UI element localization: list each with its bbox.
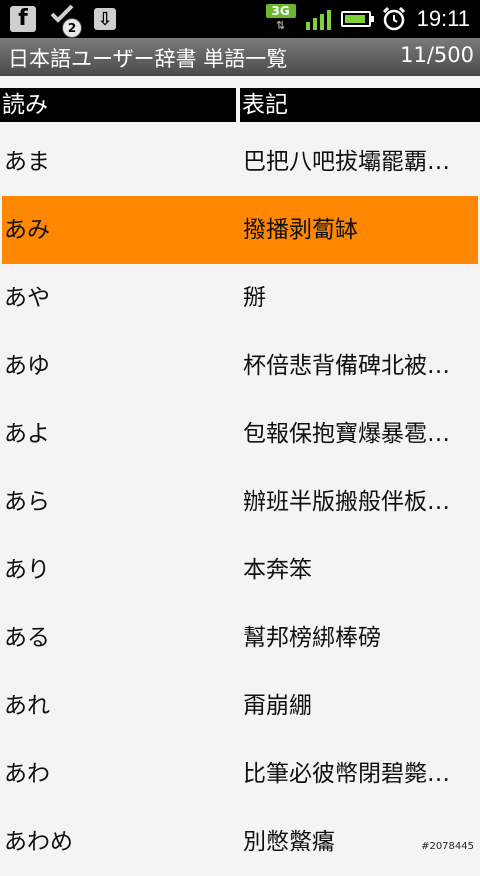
list-item-reading: ある: [4, 625, 50, 651]
list-item-reading: あや: [4, 285, 50, 311]
column-header-notation[interactable]: 表記: [240, 88, 480, 122]
list-item-notation: 比筆必彼幣閉碧斃…: [243, 761, 450, 787]
list-item-notation: 甭崩綳: [243, 693, 312, 719]
list-item-notation: 杯倍悲背備碑北被…: [243, 353, 450, 379]
list-item[interactable]: あや 掰: [0, 264, 480, 332]
list-item-notation: 巴把八吧拔壩罷覇…: [243, 149, 450, 175]
list-item-reading: あゆ: [4, 353, 50, 379]
list-item-reading: あわめ: [4, 829, 73, 855]
notification-badge: 2: [62, 18, 82, 38]
column-header: 読み 表記: [0, 88, 480, 122]
status-time: 19:11: [416, 6, 470, 31]
check-notification-icon: 2: [50, 4, 82, 38]
column-header-reading[interactable]: 読み: [0, 88, 236, 122]
list-item-notation: 撥播剥蔔缽: [243, 217, 358, 243]
list-item[interactable]: あら 辦班半版搬般伴板…: [0, 468, 480, 536]
list-item[interactable]: あわめ 別憋鱉癟: [0, 808, 480, 876]
list-item[interactable]: あゆ 杯倍悲背備碑北被…: [0, 332, 480, 400]
title-bar: 日本語ユーザー辞書 単語一覧 11/500: [0, 38, 480, 76]
list-item-notation: 包報保抱寶爆暴雹…: [243, 421, 450, 447]
list-item-reading: あま: [4, 149, 50, 175]
download-icon: ⇩: [94, 8, 116, 30]
list-item-reading: あら: [4, 489, 50, 515]
list-item-notation: 本奔笨: [243, 557, 312, 583]
word-list[interactable]: あま 巴把八吧拔壩罷覇… あみ 撥播剥蔔缽あや 掰あゆ 杯倍悲背備碑北被… あよ 包報保抱寶爆…: [0, 128, 480, 876]
list-item[interactable]: ある 幫邦榜綁棒磅: [0, 604, 480, 672]
signal-strength-icon: [305, 8, 331, 30]
status-bar: f 2 ⇩ 3G ⇅ 19:11: [0, 0, 480, 38]
list-item-selected[interactable]: あみ 撥播剥蔔缽: [2, 196, 478, 264]
system-icons: 3G ⇅ 19:11: [265, 2, 470, 36]
watermark: #2078445: [421, 841, 474, 852]
notification-icons: f 2 ⇩: [10, 4, 116, 38]
network-type-label: 3G: [265, 4, 296, 18]
facebook-icon: f: [10, 6, 36, 32]
page-title: 日本語ユーザー辞書 単語一覧: [8, 47, 288, 71]
entry-counter: 11/500: [400, 43, 474, 67]
list-item[interactable]: あま 巴把八吧拔壩罷覇…: [0, 128, 480, 196]
list-item[interactable]: あり 本奔笨: [0, 536, 480, 604]
list-item-reading: あり: [4, 557, 50, 583]
list-item[interactable]: あわ 比筆必彼幣閉碧斃…: [0, 740, 480, 808]
list-item-notation: 幫邦榜綁棒磅: [243, 625, 381, 651]
list-item[interactable]: あれ 甭崩綳: [0, 672, 480, 740]
list-item-reading: あよ: [4, 421, 50, 447]
list-item-reading: あわ: [4, 761, 50, 787]
data-arrows-icon: ⇅: [275, 19, 286, 32]
list-item-notation: 辦班半版搬般伴板…: [243, 489, 450, 515]
network-type-icon: 3G ⇅: [265, 4, 296, 34]
list-item-notation: 掰: [243, 285, 266, 311]
alarm-clock-icon: [382, 6, 405, 31]
battery-icon: [340, 11, 374, 27]
list-item[interactable]: あよ 包報保抱寶爆暴雹…: [0, 400, 480, 468]
list-item-reading: あれ: [4, 693, 50, 719]
list-item-reading: あみ: [4, 217, 50, 243]
